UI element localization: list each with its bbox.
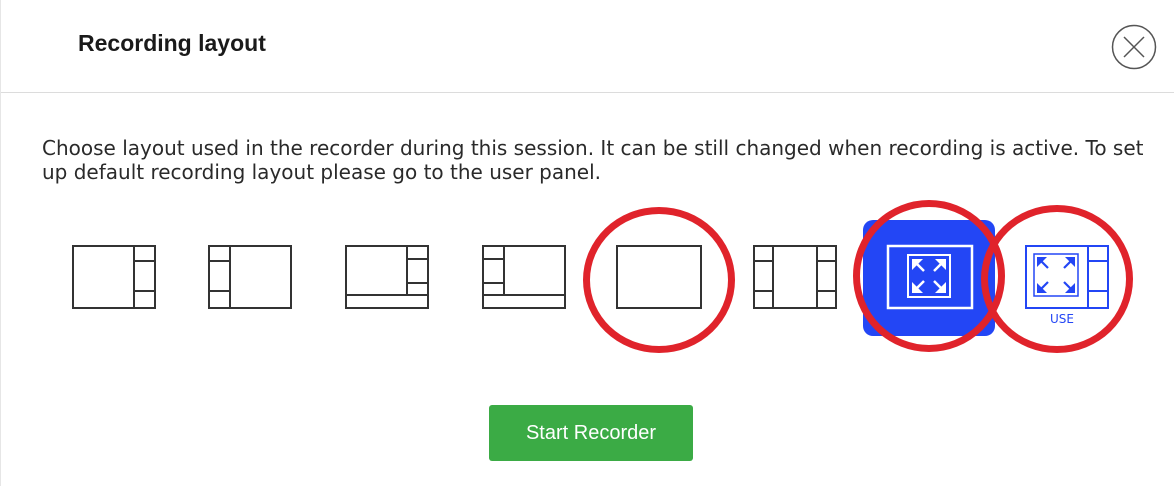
layout-fullscreen-icon [886, 244, 974, 310]
layout-fullscreen-sidebar-icon [1025, 245, 1109, 309]
layout-option-left-sidebar-bottom-bar[interactable] [482, 245, 566, 309]
close-button[interactable] [1111, 24, 1157, 70]
layout-option-both-sidebars[interactable] [753, 245, 837, 309]
layout-right-sidebar-bottom-bar-icon [345, 245, 429, 309]
recording-layout-dialog: Recording layout Choose layout used in t… [0, 0, 1174, 486]
layout-main-left-sidebar-icon [208, 245, 292, 309]
dialog-description: Choose layout used in the recorder durin… [42, 136, 1144, 184]
layout-main-right-sidebar-icon [72, 245, 156, 309]
layout-left-sidebar-bottom-bar-icon [482, 245, 566, 309]
layout-option-fullscreen-selected[interactable] [863, 220, 995, 336]
layout-both-sidebars-icon [753, 245, 837, 309]
layout-option-label: USE [1050, 312, 1074, 326]
close-icon [1111, 24, 1157, 70]
dialog-title: Recording layout [78, 30, 266, 56]
layout-option-main-left-sidebar[interactable] [208, 245, 292, 309]
layout-option-right-sidebar-bottom-bar[interactable] [345, 245, 429, 309]
layout-single-screen-icon [616, 245, 702, 309]
layout-option-main-right-sidebar[interactable] [72, 245, 156, 309]
layout-option-single-screen[interactable] [616, 245, 702, 309]
layout-option-fullscreen-with-sidebar[interactable] [1025, 245, 1109, 309]
start-recorder-button[interactable]: Start Recorder [489, 405, 693, 461]
dialog-header: Recording layout [1, 0, 1174, 93]
